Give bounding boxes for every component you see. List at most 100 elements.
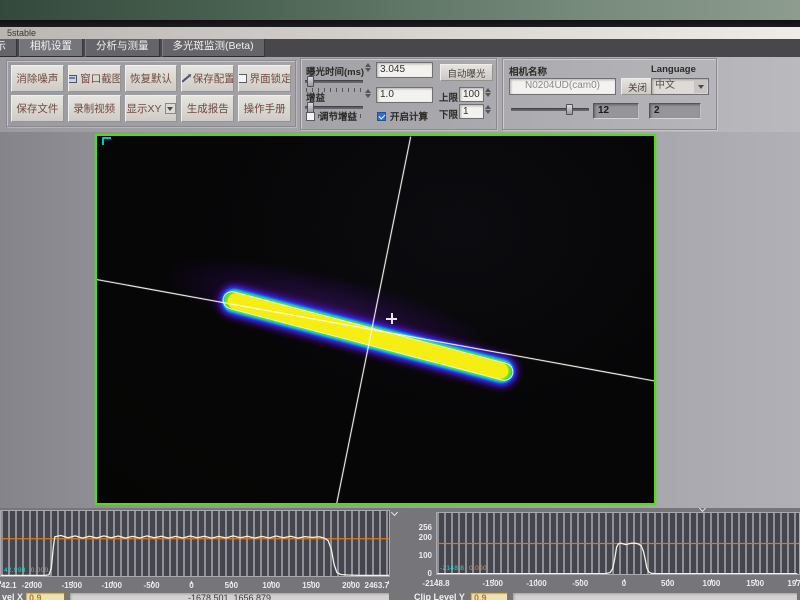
language-select[interactable]: 中文 xyxy=(651,78,709,95)
toolbar-button-1-2[interactable]: 显示XY xyxy=(125,95,178,122)
axis-tick-label: 2000 xyxy=(342,581,360,590)
y-profile-axis-labels: -2148.8-1500-1000-5000500100015001971 xyxy=(436,576,800,589)
chevron-down-icon[interactable] xyxy=(165,103,176,114)
axis-tick-label: -500 xyxy=(572,579,588,588)
axis-tick-label: -2148.8 xyxy=(422,579,449,588)
axis-tick-label: 1500 xyxy=(746,579,764,588)
axis-tick-label: 1971 xyxy=(787,579,800,588)
y-profile-chart: 2562001000 -2148.80.000 -2148.8-1500-100… xyxy=(412,508,800,600)
axis-tick-label: 500 xyxy=(225,581,238,590)
auto-exposure-button[interactable]: 自动曝光 xyxy=(440,64,493,81)
x-overlay-value-1: 42.998 xyxy=(4,567,26,574)
lower-limit-input[interactable]: 1 xyxy=(459,104,484,119)
window-titlebar: 5stable xyxy=(0,27,800,39)
gain-spinner[interactable] xyxy=(365,89,371,98)
camera-aux-value: 2 xyxy=(649,103,701,119)
monitor-bezel xyxy=(0,20,800,27)
tab-0[interactable]: 显示 xyxy=(0,39,17,57)
camera-group: 相机名称 N0204UD(cam0) 关闭 Language 中文 12 2 xyxy=(502,58,717,130)
toolbar-button-1-1[interactable]: 录制视频 xyxy=(68,95,121,122)
axis-tick-label: 1000 xyxy=(703,579,721,588)
exposure-group: 曝光时间(ms) 3.045 自动曝光 增益 1.0 上限 100 下限 1 调… xyxy=(300,58,497,130)
lower-limit-spinner[interactable] xyxy=(485,105,491,114)
exposure-time-input[interactable]: 3.045 xyxy=(376,62,433,78)
screenshot-icon xyxy=(68,75,77,83)
chevron-down-icon[interactable] xyxy=(391,509,398,516)
axis-tick-label: -1000 xyxy=(101,581,121,590)
adjust-gain-checkbox[interactable]: 调节增益 xyxy=(306,109,357,123)
pencil-icon xyxy=(181,75,189,82)
y-overlay-value-1: -2148.8 xyxy=(440,565,464,572)
camera-name-label: 相机名称 xyxy=(509,64,547,78)
tab-bar: 显示相机设置分析与测量多光斑监测(Beta) xyxy=(0,39,800,57)
camera-slider[interactable] xyxy=(511,103,589,121)
axis-tick-label: 100 xyxy=(419,551,432,560)
axis-tick-label: 1500 xyxy=(302,581,320,590)
upper-limit-spinner[interactable] xyxy=(485,88,491,97)
y-clip-level-label: Clip Level Y xyxy=(414,592,465,600)
toolbar-group: 消除噪声窗口截图恢复默认保存配置界面锁定保存文件录制视频显示XY生成报告操作手册 xyxy=(6,60,296,127)
cursor-cross-icon xyxy=(386,313,397,324)
axis-tick-label: 2463.7 xyxy=(365,581,389,590)
gain-input[interactable]: 1.0 xyxy=(376,87,433,103)
camera-slider-value: 12 xyxy=(593,103,639,119)
axis-tick-label: 1000 xyxy=(262,581,280,590)
lower-limit-label: 下限 xyxy=(439,107,458,121)
camera-name-input[interactable]: N0204UD(cam0) xyxy=(509,78,616,95)
toolbar-button-0-3[interactable]: 保存配置 xyxy=(181,65,234,92)
axis-tick-label: 42.1 xyxy=(1,581,17,590)
exposure-spinner[interactable] xyxy=(365,63,371,72)
upper-limit-label: 上限 xyxy=(439,90,458,104)
toolbar-button-0-4[interactable]: 界面锁定 xyxy=(238,65,291,92)
axis-tick-label: -2000 xyxy=(22,581,42,590)
enable-calc-label: 开启计算 xyxy=(390,109,428,123)
upper-limit-input[interactable]: 100 xyxy=(459,87,484,102)
language-label: Language xyxy=(651,64,696,75)
profile-charts-band: 42.998 0.000 42.1 -2000 -1500 -1000 -500 0 500 1… xyxy=(0,508,800,600)
x-profile-plot: 42.998 0.000 xyxy=(0,510,390,577)
x-overlay-value-2: 0.000 xyxy=(31,567,49,574)
axis-tick-label: 0 xyxy=(622,579,626,588)
axis-tick-label: -1000 xyxy=(526,579,546,588)
toolbar-button-0-1[interactable]: 窗口截图 xyxy=(68,65,121,92)
axis-tick-label: 256 xyxy=(419,523,432,532)
tab-1[interactable]: 相机设置 xyxy=(19,39,83,57)
toolbar-button-1-3[interactable]: 生成报告 xyxy=(181,95,234,122)
axis-tick-label: 200 xyxy=(419,533,432,542)
toolbar-button-1-0[interactable]: 保存文件 xyxy=(11,95,64,122)
axis-tick-label: 0 xyxy=(428,569,432,578)
window-title: 5stable xyxy=(7,28,36,38)
x-clip-level-label: vel X xyxy=(2,592,23,600)
axis-tick-label: 500 xyxy=(661,579,674,588)
camera-image-view[interactable] xyxy=(95,134,656,505)
viewport-background xyxy=(0,132,800,508)
y-profile-plot: -2148.8 0.000 xyxy=(436,512,800,575)
photo-background-strip xyxy=(0,0,800,20)
toolbar-button-0-0[interactable]: 消除噪声 xyxy=(11,65,64,92)
x-beam-edges-readout: -1678.501 ,1656.879 xyxy=(69,592,390,600)
chevron-down-icon[interactable] xyxy=(694,80,707,93)
axis-tick-label: 0 xyxy=(189,581,193,590)
y-clip-level-input[interactable]: 0.9 xyxy=(470,592,508,600)
enable-calc-checkbox-box[interactable] xyxy=(377,112,386,121)
x-profile-axis-labels: 42.1 -2000 -1500 -1000 -500 0 500 1000 1500 2000 2… xyxy=(0,578,390,591)
y-profile-y-axis-labels: 256200 100 0 xyxy=(412,508,434,578)
lock-checkbox[interactable] xyxy=(238,74,246,83)
tab-3[interactable]: 多光斑监测(Beta) xyxy=(162,39,265,57)
axis-tick-label: -1500 xyxy=(62,581,82,590)
y-beam-edges-readout xyxy=(512,592,798,600)
adjust-gain-checkbox-box[interactable] xyxy=(306,112,315,121)
axis-tick-label: -500 xyxy=(144,581,160,590)
camera-close-button[interactable]: 关闭 xyxy=(621,78,654,95)
toolbar-button-0-2[interactable]: 恢复默认 xyxy=(125,65,178,92)
control-panel: 消除噪声窗口截图恢复默认保存配置界面锁定保存文件录制视频显示XY生成报告操作手册… xyxy=(0,57,800,132)
toolbar-button-1-4[interactable]: 操作手册 xyxy=(238,95,291,122)
roi-corner-marker-icon xyxy=(102,137,111,145)
y-overlay-value-2: 0.000 xyxy=(469,565,487,572)
enable-calc-checkbox[interactable]: 开启计算 xyxy=(377,109,428,123)
adjust-gain-label: 调节增益 xyxy=(319,109,357,123)
axis-tick-label: -1500 xyxy=(483,579,503,588)
tab-2[interactable]: 分析与测量 xyxy=(85,39,160,57)
screen: 5stable 显示相机设置分析与测量多光斑监测(Beta) 消除噪声窗口截图恢… xyxy=(0,0,800,600)
x-clip-level-input[interactable]: 0.9 xyxy=(25,592,65,600)
